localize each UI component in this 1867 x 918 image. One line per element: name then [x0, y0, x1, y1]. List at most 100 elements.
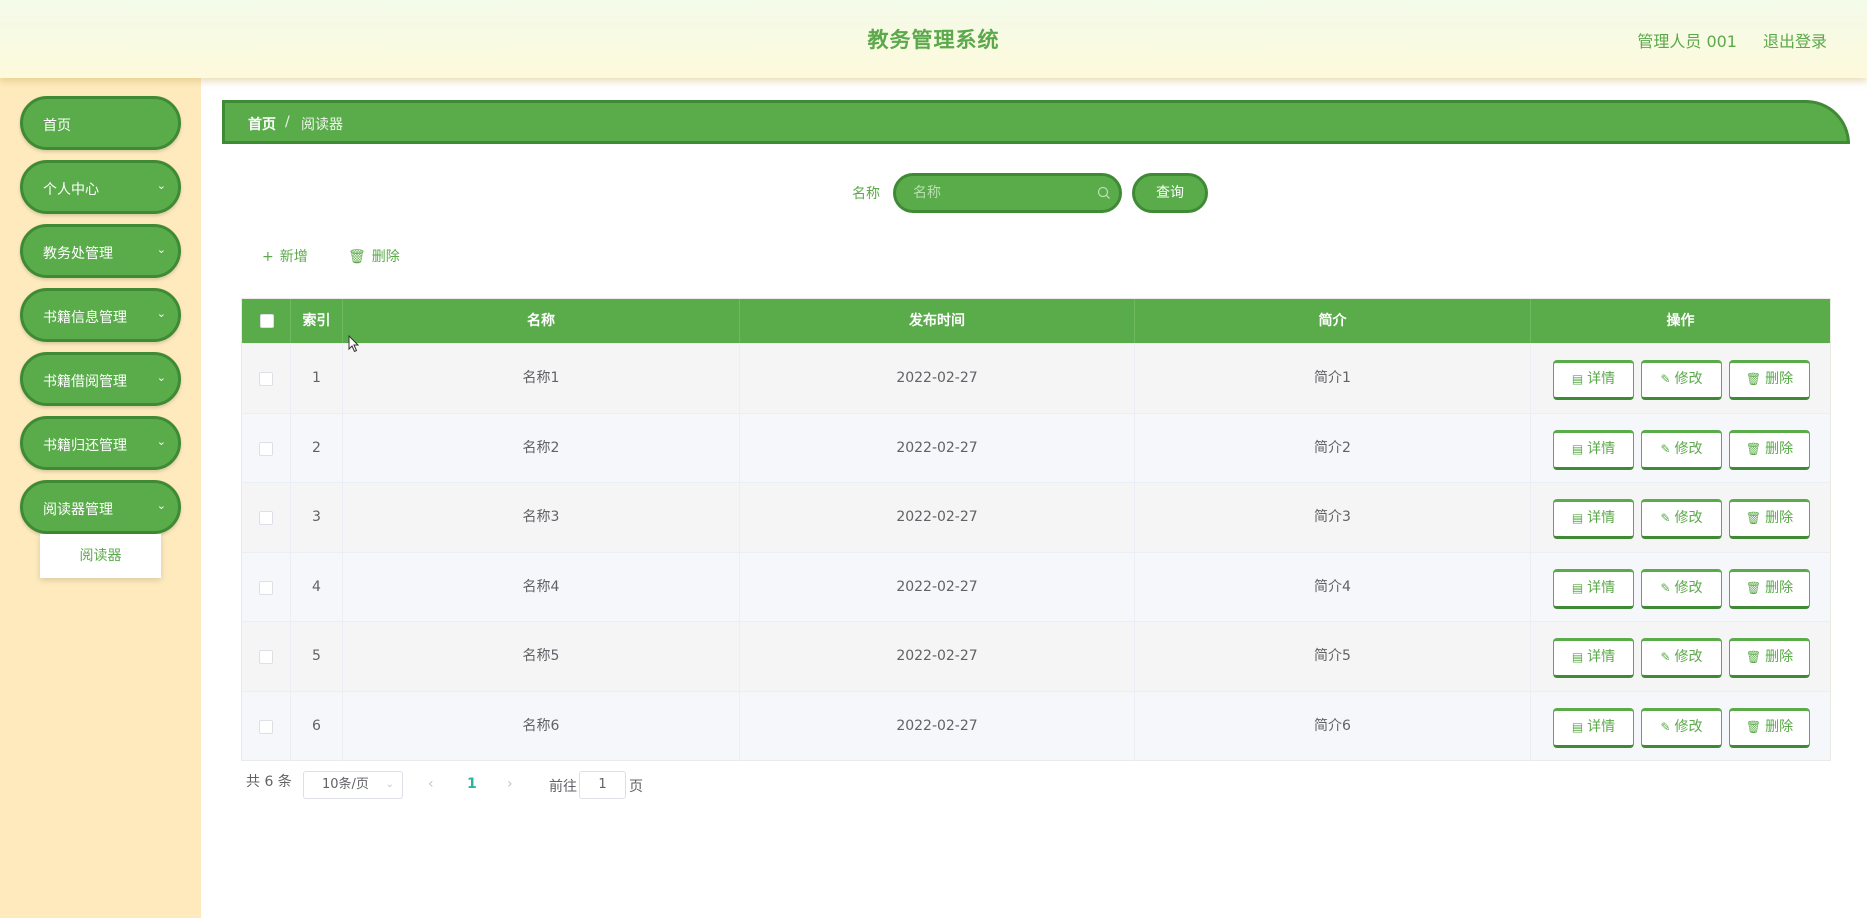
- logout-link[interactable]: 退出登录: [1763, 28, 1827, 52]
- cell-index: 1: [291, 344, 343, 413]
- sidebar-item-home[interactable]: 首页: [20, 96, 181, 150]
- prev-page-icon[interactable]: ‹: [428, 776, 434, 792]
- edit-button[interactable]: ✎ 修改: [1641, 707, 1722, 748]
- page-number-current[interactable]: 1: [467, 776, 477, 792]
- batch-delete-button[interactable]: 🗑 删除: [348, 246, 400, 266]
- select-all-checkbox[interactable]: [260, 314, 274, 328]
- sidebar-item-reader-manage[interactable]: 阅读器管理 ⌄: [20, 480, 181, 534]
- delete-button[interactable]: 🗑 删除: [1729, 568, 1810, 609]
- edit-button[interactable]: ✎ 修改: [1641, 499, 1722, 539]
- delete-button[interactable]: 🗑 删除: [1729, 707, 1810, 748]
- sidebar-item-personal-center[interactable]: 个人中心 ⌄: [20, 160, 181, 214]
- header-select-cell: [242, 299, 291, 343]
- detail-button[interactable]: ▤ 详情: [1553, 429, 1634, 470]
- breadcrumb-separator: /: [285, 114, 290, 130]
- table-row: 1 名称1 2022-02-27 简介1 ▤ 详情 ✎ 修改 🗑 删除: [242, 343, 1830, 413]
- delete-button-label: 删除: [371, 249, 400, 265]
- row-select-cell: [242, 691, 291, 761]
- document-icon: ▤: [1571, 719, 1584, 734]
- column-header-date: 发布时间: [740, 299, 1135, 343]
- cell-date: 2022-02-27: [740, 344, 1135, 413]
- delete-button-label: 删除: [1765, 649, 1794, 665]
- row-checkbox[interactable]: [259, 511, 273, 525]
- breadcrumb-home[interactable]: 首页: [248, 114, 276, 134]
- column-header-actions: 操作: [1666, 313, 1695, 329]
- delete-button-label: 删除: [1765, 440, 1794, 457]
- delete-button-label: 删除: [1765, 371, 1794, 387]
- delete-button-label: 删除: [1765, 579, 1794, 596]
- edit-button-label: 修改: [1674, 440, 1703, 457]
- search-input[interactable]: [913, 183, 1083, 203]
- user-name: 管理人员 001: [1637, 32, 1737, 51]
- row-checkbox[interactable]: [259, 580, 273, 595]
- sidebar-item-academic-affairs[interactable]: 教务处管理 ⌄: [20, 224, 181, 278]
- row-checkbox[interactable]: [259, 650, 273, 664]
- search-icon: [1097, 186, 1110, 199]
- edit-button-label: 修改: [1674, 510, 1703, 526]
- sidebar-item-book-borrow[interactable]: 书籍借阅管理 ⌄: [20, 352, 181, 406]
- query-button[interactable]: 查询: [1132, 173, 1208, 213]
- sidebar: 首页 个人中心 ⌄ 教务处管理 ⌄ 书籍信息管理 ⌄ 书籍借阅管理 ⌄ 书籍归还…: [0, 78, 201, 918]
- sidebar-item-book-info[interactable]: 书籍信息管理 ⌄: [20, 288, 181, 342]
- cell-date: 2022-02-27: [740, 691, 1135, 761]
- cell-date: 2022-02-27: [740, 413, 1135, 483]
- row-checkbox[interactable]: [259, 719, 273, 734]
- detail-button-label: 详情: [1587, 440, 1616, 457]
- breadcrumb: 首页 / 阅读器: [222, 100, 1850, 144]
- sidebar-item-label: 阅读器管理: [43, 502, 113, 518]
- add-button[interactable]: + 新增: [262, 246, 308, 266]
- row-checkbox[interactable]: [259, 372, 273, 386]
- cell-name: 名称5: [343, 622, 740, 691]
- edit-icon: ✎: [1660, 650, 1671, 664]
- search-label: 名称: [852, 186, 880, 202]
- edit-button[interactable]: ✎ 修改: [1641, 360, 1722, 400]
- cell-intro: 简介6: [1135, 691, 1531, 761]
- detail-button[interactable]: ▤ 详情: [1553, 638, 1634, 678]
- plus-icon: +: [262, 249, 274, 265]
- edit-button-label: 修改: [1674, 371, 1703, 387]
- cell-name: 名称1: [343, 344, 740, 413]
- page-size-value: 10条/页: [322, 777, 369, 792]
- sidebar-item-label: 书籍信息管理: [43, 310, 127, 326]
- page-size-select[interactable]: 10条/页 ⌄: [303, 771, 403, 799]
- app-title: 教务管理系统: [867, 28, 1000, 52]
- goto-page-input[interactable]: 1: [579, 771, 626, 799]
- detail-button-label: 详情: [1587, 579, 1616, 596]
- edit-button[interactable]: ✎ 修改: [1641, 568, 1722, 609]
- detail-button[interactable]: ▤ 详情: [1553, 499, 1634, 539]
- delete-button[interactable]: 🗑 删除: [1729, 429, 1810, 470]
- cell-intro: 简介2: [1135, 413, 1531, 483]
- edit-icon: ✎: [1660, 580, 1671, 595]
- edit-icon: ✎: [1660, 372, 1671, 386]
- edit-button[interactable]: ✎ 修改: [1641, 638, 1722, 678]
- row-select-cell: [242, 344, 291, 413]
- edit-icon: ✎: [1660, 511, 1671, 525]
- pagination-total: 共 6 条: [246, 774, 292, 790]
- row-checkbox[interactable]: [259, 441, 273, 456]
- next-page-icon[interactable]: ›: [507, 776, 513, 792]
- cell-index: 2: [291, 413, 343, 483]
- cell-date: 2022-02-27: [740, 552, 1135, 622]
- document-icon: ▤: [1571, 511, 1584, 525]
- sidebar-item-book-return[interactable]: 书籍归还管理 ⌄: [20, 416, 181, 470]
- delete-button[interactable]: 🗑 删除: [1729, 638, 1810, 678]
- detail-button[interactable]: ▤ 详情: [1553, 707, 1634, 748]
- delete-button[interactable]: 🗑 删除: [1729, 360, 1810, 400]
- trash-icon: 🗑: [1745, 511, 1762, 525]
- cell-index: 4: [291, 552, 343, 622]
- row-select-cell: [242, 483, 291, 552]
- document-icon: ▤: [1571, 441, 1584, 456]
- column-header-name: 名称: [343, 299, 740, 343]
- edit-icon: ✎: [1660, 441, 1671, 456]
- detail-button[interactable]: ▤ 详情: [1553, 568, 1634, 609]
- cell-actions: ▤ 详情 ✎ 修改 🗑 删除: [1531, 553, 1830, 622]
- cell-intro: 简介4: [1135, 552, 1531, 622]
- cell-name: 名称6: [343, 691, 740, 761]
- submenu-item-reader[interactable]: 阅读器: [40, 534, 161, 578]
- goto-suffix: 页: [629, 779, 643, 795]
- chevron-down-icon: ⌄: [156, 371, 166, 384]
- cell-date: 2022-02-27: [740, 622, 1135, 691]
- edit-button[interactable]: ✎ 修改: [1641, 429, 1722, 470]
- detail-button[interactable]: ▤ 详情: [1553, 360, 1634, 400]
- delete-button[interactable]: 🗑 删除: [1729, 499, 1810, 539]
